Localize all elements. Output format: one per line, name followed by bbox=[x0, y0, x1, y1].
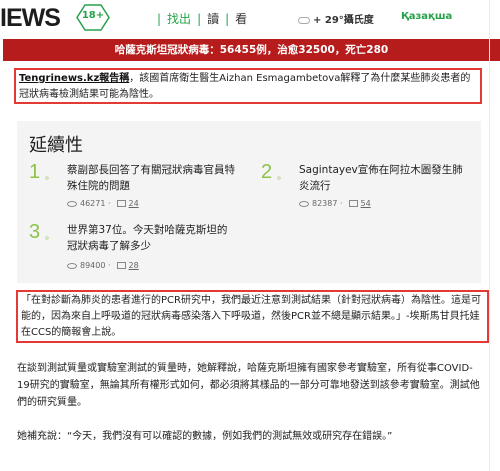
related-articles: 延續性 1 。 蔡副部長回答了有關冠狀病毒官員特殊住院的問題 46271 · 24… bbox=[17, 121, 481, 283]
item-bullet: 。 bbox=[45, 171, 55, 182]
eye-icon bbox=[299, 200, 309, 207]
view-count: 46271 bbox=[80, 199, 106, 208]
article-meta: 89400 · 28 bbox=[67, 261, 139, 270]
eye-icon bbox=[67, 262, 77, 269]
related-heading: 延續性 bbox=[29, 135, 83, 156]
comment-icon bbox=[348, 200, 358, 207]
nav-item-find[interactable]: 找出 bbox=[167, 12, 191, 26]
site-header: IEWS 18+ | 找出 | 讀 | 看 + 29°攝氏度 Қазақша bbox=[0, 0, 500, 36]
article-paragraph: 在談到測試質量或實驗室測試的質量時，她解釋說，哈薩克斯坦擁有國家參考實驗室，所有… bbox=[17, 363, 480, 408]
page-divider bbox=[489, 0, 490, 471]
item-bullet: 。 bbox=[277, 171, 287, 182]
related-title[interactable]: 蔡副部長回答了有關冠狀病毒官員特殊住院的問題 bbox=[67, 162, 237, 194]
comment-count[interactable]: 24 bbox=[129, 199, 139, 208]
item-number: 1 bbox=[29, 161, 41, 183]
comment-count[interactable]: 28 bbox=[129, 261, 139, 270]
related-item-3[interactable]: 3 。 世界第37位。今天對哈薩克斯坦的冠狀病毒了解多少 89400 · 28 bbox=[29, 221, 249, 281]
related-item-2[interactable]: 2 。 Sagintayev宣佈在阿拉木圖發生肺炎流行 82387 · 54 bbox=[261, 161, 471, 221]
source-link[interactable]: Tengrinews.kz報告稱 bbox=[19, 73, 129, 84]
covid-stats-bar[interactable]: 哈薩克斯坦冠狀病毒：56455例，治愈32500，死亡280 bbox=[3, 39, 500, 61]
comment-icon bbox=[116, 200, 126, 207]
weather-temperature: + 29°攝氏度 bbox=[313, 15, 374, 26]
comment-icon bbox=[116, 262, 126, 269]
site-logo[interactable]: IEWS bbox=[0, 4, 61, 33]
item-bullet: 。 bbox=[45, 231, 55, 242]
age-badge-icon: 18+ bbox=[76, 4, 110, 31]
related-item-1[interactable]: 1 。 蔡副部長回答了有關冠狀病毒官員特殊住院的問題 46271 · 24 bbox=[29, 161, 235, 221]
top-nav: | 找出 | 讀 | 看 bbox=[157, 12, 248, 26]
nav-item-read[interactable]: 讀 bbox=[207, 12, 219, 26]
article-quote: 「在對診斷為肺炎的患者進行的PCR研究中，我們最近注意到測試結果（針對冠狀病毒）… bbox=[16, 290, 489, 343]
comment-count[interactable]: 54 bbox=[361, 199, 371, 208]
article-paragraph: 她補充說：“今天，我們沒有可以確認的數據，例如我們的測試無效或研究存在錯誤。” bbox=[17, 431, 393, 442]
article-meta: 46271 · 24 bbox=[67, 199, 139, 208]
weather-widget[interactable]: + 29°攝氏度 bbox=[298, 11, 374, 26]
article-lead: Tengrinews.kz報告稱，該國首席衛生醫生Aizhan Esmagamb… bbox=[14, 68, 482, 104]
language-switch[interactable]: Қазақша bbox=[401, 11, 452, 22]
eye-icon bbox=[67, 200, 77, 207]
age-rating: 18+ bbox=[81, 10, 105, 21]
nav-item-watch[interactable]: 看 bbox=[235, 12, 247, 26]
related-title[interactable]: 世界第37位。今天對哈薩克斯坦的冠狀病毒了解多少 bbox=[67, 222, 237, 254]
item-number: 3 bbox=[29, 221, 41, 243]
cloud-icon bbox=[298, 16, 310, 24]
view-count: 89400 bbox=[80, 261, 106, 270]
view-count: 82387 bbox=[312, 199, 338, 208]
related-title[interactable]: Sagintayev宣佈在阿拉木圖發生肺炎流行 bbox=[299, 162, 469, 194]
item-number: 2 bbox=[261, 161, 273, 183]
article-meta: 82387 · 54 bbox=[299, 199, 371, 208]
